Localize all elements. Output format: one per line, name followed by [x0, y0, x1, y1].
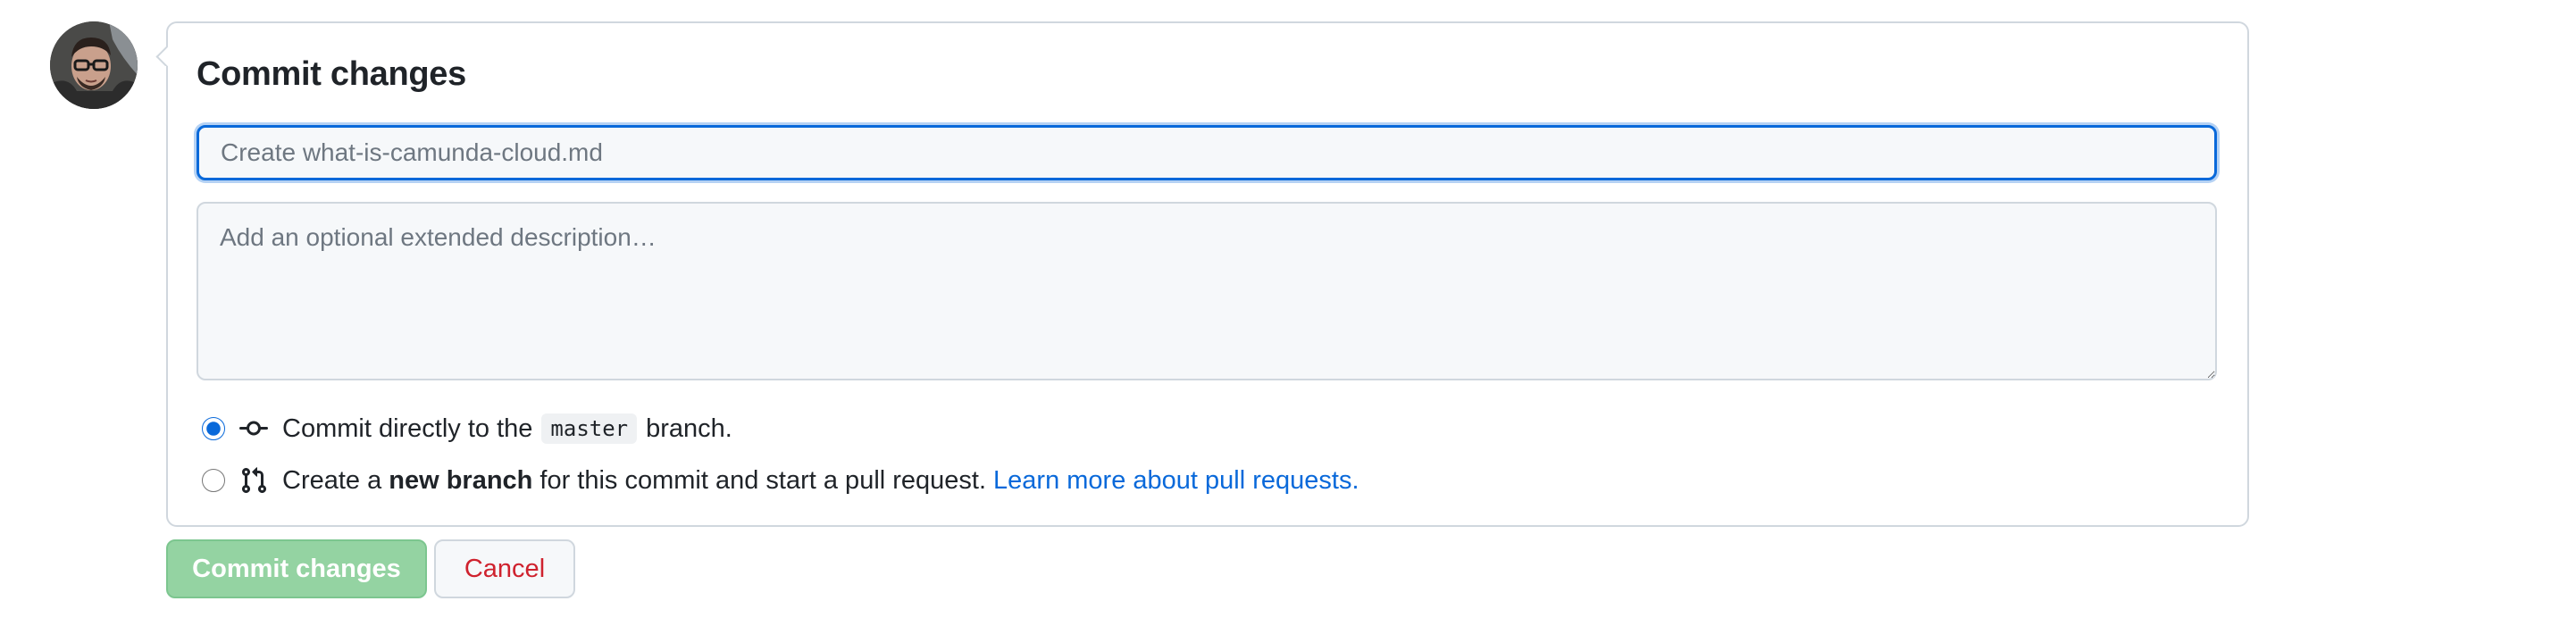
panel-pointer — [151, 46, 171, 66]
learn-more-pull-requests-link[interactable]: Learn more about pull requests. — [993, 466, 1359, 496]
avatar-image — [50, 21, 138, 109]
commit-direct-prefix: Commit directly to the — [282, 413, 533, 443]
new-branch-bold: new branch — [389, 465, 533, 495]
commit-direct-suffix: branch. — [646, 413, 732, 443]
cancel-button[interactable]: Cancel — [434, 539, 575, 598]
commit-title: Commit changes — [197, 55, 466, 93]
new-branch-prefix: Create a — [282, 465, 382, 495]
new-branch-radio[interactable] — [202, 469, 225, 492]
new-branch-suffix: for this commit and start a pull request… — [539, 465, 987, 495]
commit-summary-input[interactable] — [197, 125, 2217, 180]
commit-changes-panel: Commit changes Commit directly to the ma… — [166, 21, 2249, 527]
commit-changes-button[interactable]: Commit changes — [166, 539, 427, 598]
new-branch-option[interactable]: Create a new branch for this commit and … — [202, 463, 1359, 498]
branch-name: master — [541, 413, 638, 444]
avatar[interactable] — [50, 21, 138, 109]
git-pull-request-icon — [239, 466, 268, 495]
commit-direct-option[interactable]: Commit directly to the master branch. — [202, 411, 732, 447]
commit-direct-radio[interactable] — [202, 417, 225, 440]
commit-description-textarea[interactable] — [197, 202, 2217, 380]
git-commit-icon — [239, 414, 268, 443]
